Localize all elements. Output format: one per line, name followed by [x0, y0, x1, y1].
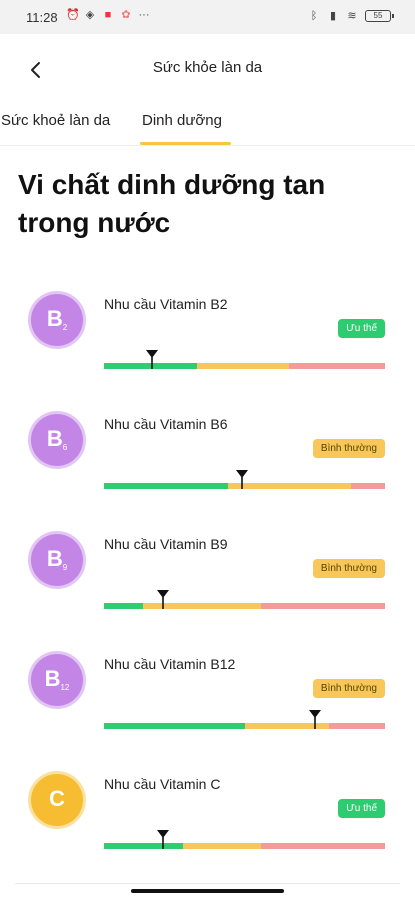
level-segment-high — [261, 843, 385, 849]
vitamin-badge: B2 — [31, 294, 83, 346]
level-segment-low — [104, 483, 228, 489]
level-marker-icon — [157, 830, 169, 849]
vitamin-row[interactable]: B9 Nhu cầu Vitamin B9 Bình thường — [0, 521, 415, 631]
level-segment-high — [351, 483, 385, 489]
vitamin-label: Nhu cầu Vitamin C — [104, 776, 221, 792]
status-time: 11:28 — [26, 10, 58, 25]
home-indicator[interactable] — [131, 889, 284, 893]
vitamin-row[interactable]: B2 Nhu cầu Vitamin B2 Ưu thế — [0, 281, 415, 391]
level-segment-high — [261, 603, 385, 609]
status-badge: Bình thường — [312, 559, 385, 578]
tab-skin-health[interactable]: Sức khoẻ làn da — [1, 112, 110, 129]
vitamin-badge-letter: B — [44, 666, 61, 691]
vitamin-badge-sub: 12 — [60, 683, 70, 692]
vitamin-badge-letter: C — [49, 786, 65, 811]
vitamin-row[interactable]: B12 Nhu cầu Vitamin B12 Bình thường — [0, 641, 415, 751]
vitamin-badge-sub: 9 — [62, 563, 68, 572]
alarm-icon: ⏰ — [66, 9, 80, 21]
vitamin-badge: B9 — [31, 534, 83, 586]
tab-bar: Sức khoẻ làn da Dinh dưỡng — [0, 100, 415, 146]
tab-nutrition[interactable]: Dinh dưỡng — [142, 112, 222, 129]
level-marker-icon — [145, 350, 158, 369]
app-notification-icon: ◈ — [85, 9, 95, 21]
photos-icon: ✿ — [121, 9, 131, 21]
vitamin-badge-sub: 6 — [62, 443, 68, 452]
level-segment-low — [104, 723, 245, 729]
level-bar — [104, 603, 385, 609]
vitamin-badge-sub: 2 — [62, 323, 68, 332]
vitamin-row[interactable]: C Nhu cầu Vitamin C Ưu thế — [0, 761, 415, 871]
level-segment-high — [328, 723, 385, 729]
level-segment-mid — [182, 843, 262, 849]
vitamin-badge-letter: B — [46, 306, 63, 331]
vitamin-badge-letter: B — [46, 546, 63, 571]
vitamin-badge: C — [31, 774, 83, 826]
section-heading: Vi chất dinh dưỡng tan trong nước — [18, 169, 326, 238]
level-bar — [104, 843, 385, 849]
level-segment-low — [104, 843, 183, 849]
notification-icons: ⏰ ◈ ■ ✿ ··· — [66, 9, 150, 21]
vitamin-row[interactable]: B6 Nhu cầu Vitamin B6 Bình thường — [0, 401, 415, 511]
status-badge: Bình thường — [312, 679, 385, 698]
status-badge: Ưu thế — [338, 319, 385, 338]
active-tab-indicator — [140, 142, 231, 145]
wifi-icon: ≋ — [347, 10, 357, 22]
app-notification-icon-2: ■ — [104, 9, 112, 21]
signal-icon: ▮ — [329, 10, 337, 22]
level-segment-high — [289, 363, 385, 369]
status-badge: Bình thường — [312, 439, 385, 458]
level-bar — [104, 723, 385, 729]
level-segment-low — [104, 603, 144, 609]
level-marker-icon — [157, 590, 169, 609]
more-notifications-icon: ··· — [138, 9, 150, 21]
system-icons: ᛒ ▮ ≋ 55 — [308, 10, 394, 22]
page-title: Sức khỏe làn da — [152, 59, 263, 76]
status-bar: 11:28 ⏰ ◈ ■ ✿ ··· ᛒ ▮ ≋ 55 — [0, 0, 415, 34]
level-marker-icon — [308, 710, 321, 729]
level-segment-mid — [196, 363, 290, 369]
app-bar: Sức khỏe làn da — [0, 34, 415, 100]
vitamin-badge: B12 — [31, 654, 83, 706]
bluetooth-icon: ᛒ — [310, 10, 318, 22]
vitamin-label: Nhu cầu Vitamin B2 — [104, 296, 228, 312]
vitamin-label: Nhu cầu Vitamin B12 — [104, 656, 236, 672]
vitamin-badge-letter: B — [46, 426, 63, 451]
vitamin-label: Nhu cầu Vitamin B6 — [104, 416, 228, 432]
vitamin-label: Nhu cầu Vitamin B9 — [104, 536, 228, 552]
divider — [15, 883, 400, 884]
status-badge: Ưu thế — [338, 799, 385, 818]
vitamin-badge: B6 — [31, 414, 83, 466]
level-marker-icon — [235, 470, 248, 489]
battery-icon: 55 — [365, 10, 394, 22]
